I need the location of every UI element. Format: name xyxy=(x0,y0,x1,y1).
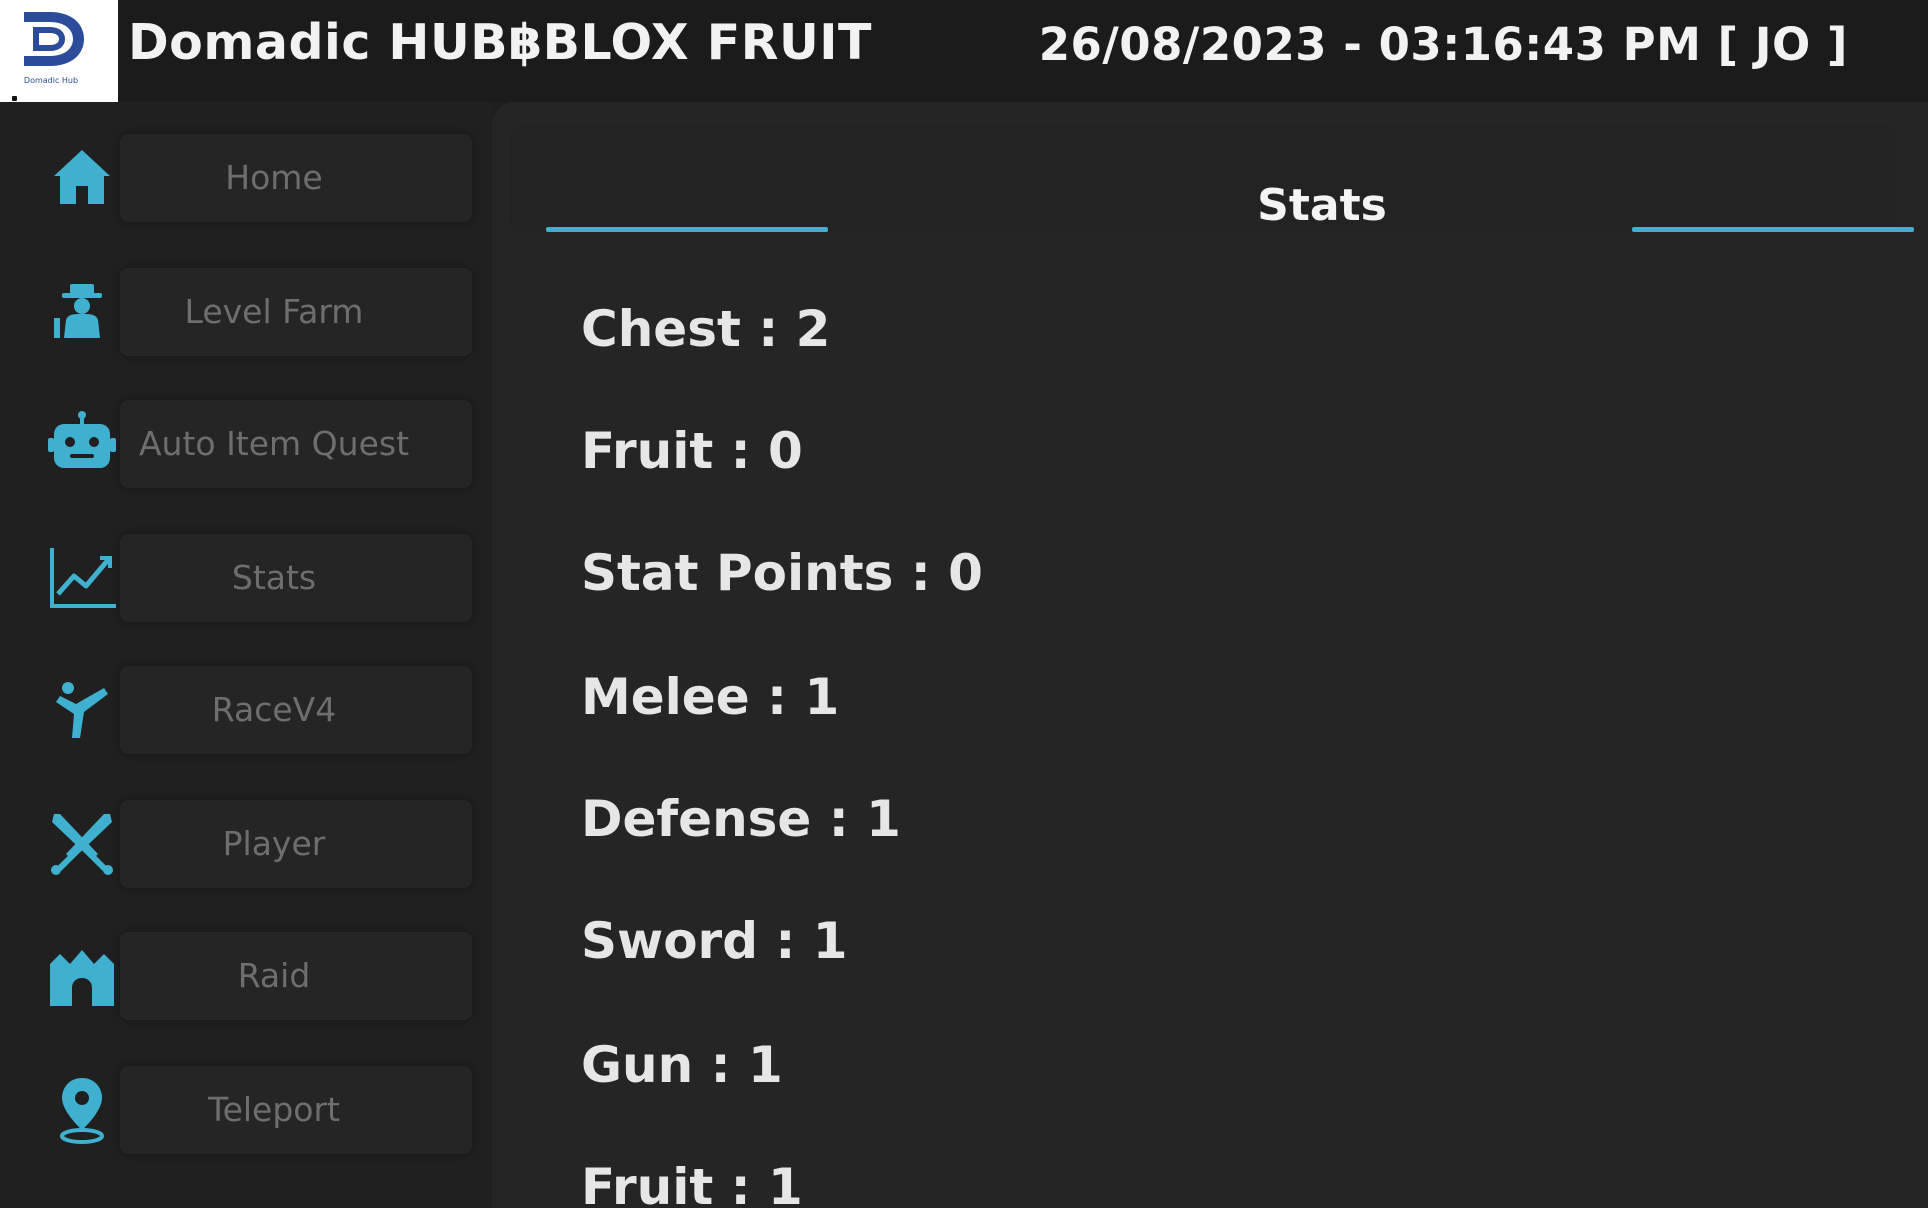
sidebar-item-racev4[interactable]: RaceV4 xyxy=(40,662,480,758)
sidebar-item-raid[interactable]: Raid xyxy=(40,928,480,1024)
logo-mark xyxy=(24,12,84,66)
sidebar-item-label: RaceV4 xyxy=(211,690,337,729)
sidebar-item-label: Level Farm xyxy=(184,292,364,331)
stat-defense: Defense : 1 xyxy=(581,790,901,848)
stat-chest: Chest : 2 xyxy=(581,300,831,358)
logo-caption: Domadic Hub xyxy=(23,76,79,85)
sidebar-item-label: Player xyxy=(222,824,326,863)
stat-melee: Melee : 1 xyxy=(581,668,840,726)
logo-dot xyxy=(12,96,17,101)
sidebar-item-player[interactable]: Player xyxy=(40,796,480,892)
header-rule-right xyxy=(1632,227,1914,232)
sidebar-item-label: Home xyxy=(225,158,323,197)
sidebar-item-auto-item-quest[interactable]: Auto Item Quest xyxy=(40,396,480,492)
header-rule-left xyxy=(546,227,828,232)
stats-panel: Stats Chest : 2 Fruit : 0 Stat Points : … xyxy=(492,102,1928,1208)
sidebar-item-teleport[interactable]: Teleport xyxy=(40,1062,480,1158)
stat-points: Stat Points : 0 xyxy=(581,544,983,602)
sidebar-item-home[interactable]: Home xyxy=(40,130,480,226)
sidebar-item-stats[interactable]: Stats xyxy=(40,530,480,626)
section-title: Stats xyxy=(1257,180,1387,231)
sidebar: Home Level Farm Auto Item Quest Stats Ra… xyxy=(0,102,492,1208)
sidebar-item-level-farm[interactable]: Level Farm xyxy=(40,264,480,360)
app-logo: Domadic Hub xyxy=(0,0,118,104)
datetime-display: 26/08/2023 - 03:16:43 PM [ JO ] xyxy=(1038,18,1848,71)
app-title: Domadic HUB฿BLOX FRUIT xyxy=(128,14,872,71)
stat-sword: Sword : 1 xyxy=(581,912,848,970)
title-bar: Domadic Hub Domadic HUB฿BLOX FRUIT 26/08… xyxy=(0,0,1928,104)
sidebar-item-label: Teleport xyxy=(208,1090,340,1129)
stat-fruit-count: Fruit : 0 xyxy=(581,422,803,480)
sidebar-item-label: Stats xyxy=(231,558,317,597)
stat-gun: Gun : 1 xyxy=(581,1036,783,1094)
stat-fruit-level: Fruit : 1 xyxy=(581,1158,803,1208)
sidebar-item-label: Raid xyxy=(237,956,311,995)
sidebar-item-label: Auto Item Quest xyxy=(138,424,410,463)
